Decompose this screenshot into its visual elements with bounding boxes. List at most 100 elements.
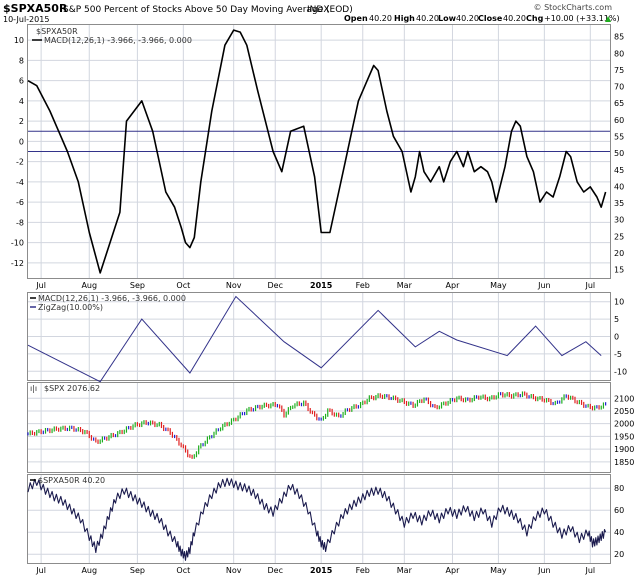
main-right-tick-10: 35 [614,199,624,208]
low-label: Low [438,14,457,23]
x-label-2: Sep [130,281,145,290]
grid-bottom [28,475,610,563]
main-right-tick-9: 40 [614,182,624,191]
x-label-3: Oct [176,566,190,575]
close-label: Close [478,14,503,23]
x-label-9: Apr [446,566,461,575]
main-left-tick-10: -10 [11,239,24,248]
open-label: Open [344,14,368,23]
stockcharts-screenshot: $SPXA50R S&P 500 Percent of Stocks Above… [0,0,640,577]
close-value: 40.20 [503,14,526,23]
spx-bar-glyph-icon: ı|ı [30,384,37,393]
watermark: © StockCharts.com [534,3,613,12]
macd-right-tick-4: -10 [614,367,627,376]
x-label-0: Jul [35,566,46,575]
spx-right-tick-3: 1950 [614,432,634,441]
spx-legend-label: $SPX 2076.62 [44,384,100,393]
spx-right-tick-4: 1900 [614,445,634,454]
macd-right-tick-3: -5 [614,350,622,359]
main-x-labels: Jul Aug Sep Oct Nov Dec 2015 Feb Mar Apr May Jun Jul [35,281,595,290]
macd-right-tick-2: 0 [614,333,619,342]
open-value: 40.20 [369,14,392,23]
x-label-6: 2015 [310,281,333,290]
chg-label: Chg [526,14,544,23]
macd-right-tick-0: 10 [614,298,624,307]
main-right-tick-14: 15 [614,266,624,275]
main-left-tick-4: 2 [19,117,24,126]
main-axes: 1086420-2-4-6-8-10-128580757065605550454… [11,33,624,275]
x-label-1: Aug [81,281,97,290]
main-left-tick-8: -6 [16,198,24,207]
stock-chart: $SPXA50R S&P 500 Percent of Stocks Above… [3,2,634,575]
main-right-tick-4: 65 [614,99,624,108]
x-label-10: May [490,566,507,575]
x-label-10: May [490,281,507,290]
grid-macd [28,293,610,380]
main-left-tick-11: -12 [11,259,24,268]
spx-right-tick-0: 2100 [614,394,634,403]
main-left-tick-2: 6 [19,77,24,86]
chg-arrow-icon: ▲ [605,14,612,23]
low-value: 40.20 [456,14,479,23]
main-right-tick-2: 75 [614,66,624,75]
x-label-11: Jun [537,281,551,290]
high-label: High [394,14,415,23]
bottom-axes: 80 60 40 20 [614,484,624,559]
x-label-11: Jun [537,566,551,575]
main-left-tick-7: -4 [16,178,24,187]
bottom-right-tick-3: 20 [614,550,624,559]
main-right-tick-3: 70 [614,83,624,92]
x-label-2: Sep [130,566,145,575]
legend-main-symbol: $SPXA50R [36,27,78,36]
zigzag-line [27,295,602,383]
bottom-legend: $SPXA50R 40.20 [30,476,105,485]
x-label-5: Dec [267,566,282,575]
x-label-0: Jul [35,281,46,290]
legend2-macd-label: MACD(12,26,1) -3.966, -3.966, 0.000 [38,294,186,303]
bottom-x-labels: Jul Aug Sep Oct Nov Dec 2015 Feb Mar Apr May Jun Jul [35,566,595,575]
x-label-5: Dec [267,281,282,290]
spx-right-tick-1: 2050 [614,407,634,416]
x-label-1: Aug [81,566,97,575]
x-label-12: Jul [584,566,595,575]
main-left-tick-9: -8 [16,218,24,227]
x-label-4: Nov [226,566,242,575]
chart-date: 10-Jul-2015 [3,15,49,24]
main-right-tick-5: 60 [614,116,624,125]
bottom-right-tick-1: 60 [614,506,624,515]
main-left-tick-5: 0 [19,137,24,146]
x-label-6: 2015 [310,566,333,575]
main-legend: $SPXA50R MACD(12,26,1) -3.966, -3.966, 0… [32,27,192,45]
x-label-4: Nov [226,281,242,290]
main-right-tick-13: 20 [614,249,624,258]
bottom-legend-label: $SPXA50R 40.20 [38,476,105,485]
main-right-tick-8: 45 [614,166,624,175]
x-label-7: Feb [356,281,370,290]
symbol: $SPXA50R [3,2,68,15]
main-right-tick-6: 55 [614,133,624,142]
main-right-tick-12: 25 [614,232,624,241]
legend2-zigzag-label: ZigZag(10.00%) [38,303,103,312]
high-value: 40.20 [416,14,439,23]
bottom-right-tick-0: 80 [614,484,624,493]
x-label-8: Mar [397,281,413,290]
main-right-tick-0: 85 [614,33,624,42]
spxa50r-line [27,477,607,561]
main-right-tick-1: 80 [614,49,624,58]
spx-legend: ı|ı $SPX 2076.62 [30,384,100,393]
main-right-tick-7: 50 [614,149,624,158]
legend-macd-label: MACD(12,26,1) -3.966, -3.966, 0.000 [44,36,192,45]
spx-right-tick-5: 1850 [614,458,634,467]
x-label-7: Feb [356,566,370,575]
spx-right-tick-2: 2000 [614,420,634,429]
chart-header: $SPXA50R S&P 500 Percent of Stocks Above… [3,2,620,24]
x-label-8: Mar [397,566,413,575]
x-label-9: Apr [446,281,461,290]
macd-legend: MACD(12,26,1) -3.966, -3.966, 0.000 ZigZ… [30,294,186,312]
main-left-tick-1: 8 [19,56,24,65]
main-left-tick-6: -2 [16,158,24,167]
main-left-tick-3: 4 [19,97,24,106]
x-label-12: Jul [584,281,595,290]
main-left-tick-0: 10 [14,36,24,45]
spx-axes: 2100 2050 2000 1950 1900 1850 [614,394,634,467]
